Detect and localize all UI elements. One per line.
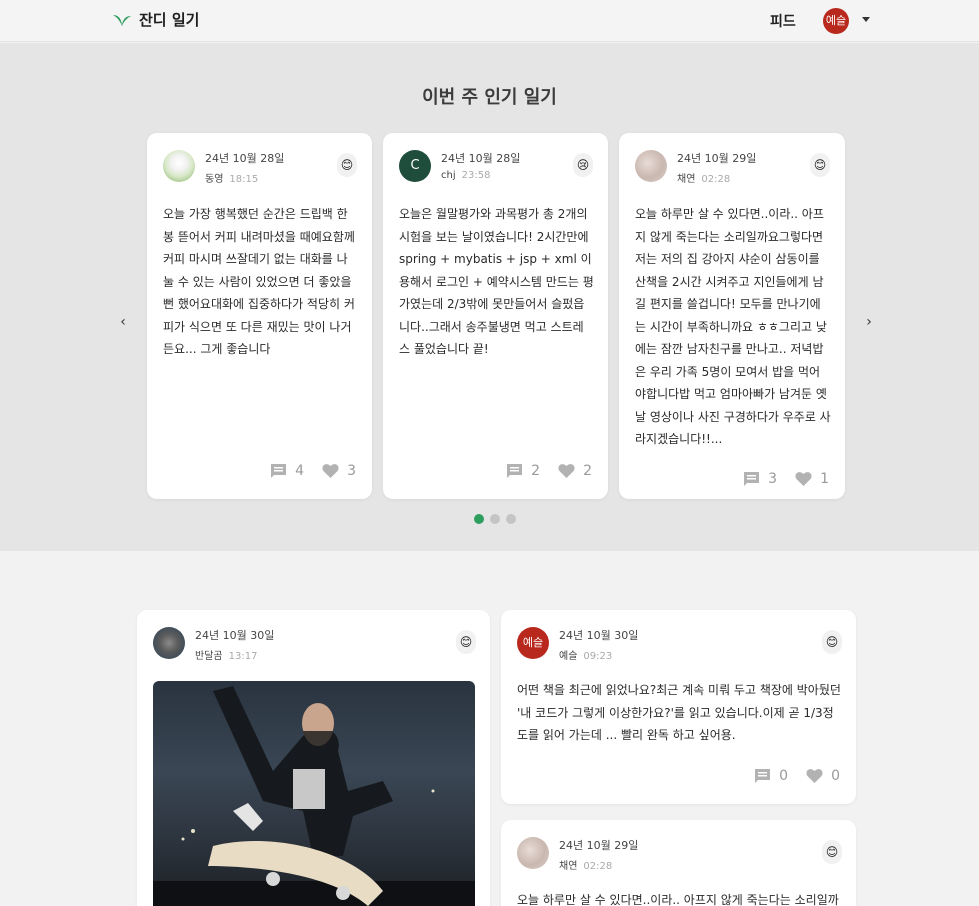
comment-stat[interactable]: 3: [743, 471, 777, 487]
comment-stat[interactable]: 2: [506, 463, 540, 479]
post-time: 13:17: [228, 651, 258, 662]
popular-diaries-section: 이번 주 인기 일기 ‹ › 24년 10월 28일 동영 18:15 😊 오늘 …: [0, 43, 979, 551]
nav-feed-link[interactable]: 피드: [770, 11, 796, 31]
comment-icon: [755, 769, 771, 783]
author-line: 채연 02:28: [677, 170, 730, 185]
author-avatar: [153, 627, 185, 659]
card-stats: 4 3: [270, 463, 356, 479]
author-name: 동영: [205, 174, 224, 185]
comment-stat[interactable]: 0: [754, 768, 788, 784]
like-stat[interactable]: 3: [322, 463, 356, 479]
diary-date: 24년 10월 30일: [559, 629, 639, 642]
comment-icon: [271, 464, 287, 478]
post-time: 18:15: [229, 174, 259, 185]
mood-emoji-icon: 😊: [822, 840, 842, 864]
skateboarder-photo: [153, 686, 475, 906]
diary-card[interactable]: C 24년 10월 28일 chj 23:58 😢 오늘은 월말평가와 과목평가 …: [383, 133, 608, 499]
author-line: 동영 18:15: [205, 170, 258, 185]
leaf-logo-icon: [113, 14, 131, 26]
diary-text: 오늘 가장 행복했던 순간은 드립백 한 봉 뜯어서 커피 내려마셨을 때예요함…: [163, 207, 355, 356]
like-stat[interactable]: 2: [558, 463, 592, 479]
carousel-dot[interactable]: [474, 514, 484, 524]
like-count: 0: [831, 768, 840, 784]
diary-card[interactable]: 24년 10월 30일 반달곰 13:17 😊: [137, 610, 490, 906]
carousel-dot[interactable]: [490, 514, 500, 524]
comment-stat[interactable]: 4: [270, 463, 304, 479]
card-stats: 3 1: [743, 471, 829, 487]
author-name: 반달곰: [195, 651, 223, 662]
heart-icon: [795, 472, 812, 486]
logo[interactable]: 잔디 일기: [112, 9, 199, 30]
comment-icon: [744, 472, 760, 486]
diary-card[interactable]: 24년 10월 28일 동영 18:15 😊 오늘 가장 행복했던 순간은 드립백…: [147, 133, 372, 499]
logo-text: 잔디 일기: [139, 11, 200, 29]
like-count: 2: [583, 463, 592, 479]
chevron-down-icon[interactable]: [862, 17, 870, 22]
user-avatar[interactable]: 예슬: [823, 8, 849, 34]
carousel-dot[interactable]: [506, 514, 516, 524]
heart-icon: [806, 769, 823, 783]
like-count: 3: [347, 463, 356, 479]
diary-date: 24년 10월 28일: [441, 152, 521, 165]
author-avatar: [517, 837, 549, 869]
author-name: 예슬: [559, 651, 578, 662]
heart-icon: [322, 464, 339, 478]
carousel-prev-icon[interactable]: ‹: [113, 312, 133, 332]
card-stats: 2 2: [506, 463, 592, 479]
author-name: chj: [441, 170, 456, 181]
comment-count: 3: [768, 471, 778, 487]
author-name: 채연: [677, 174, 696, 185]
like-stat[interactable]: 1: [795, 471, 829, 487]
mood-emoji-icon: 😊: [810, 153, 830, 177]
diary-card[interactable]: 24년 10월 29일 채연 02:28 😊 오늘 하루만 살 수 있다면..이라…: [501, 820, 856, 906]
author-line: 반달곰 13:17: [195, 647, 257, 662]
author-line: 채연 02:28: [559, 857, 612, 872]
diary-date: 24년 10월 29일: [559, 839, 639, 852]
author-avatar: [635, 150, 667, 182]
author-line: chj 23:58: [441, 170, 490, 181]
diary-text: 오늘 하루만 살 수 있다면..이라.. 아프지 않게 죽는다는 소리일까: [517, 893, 839, 906]
comment-count: 2: [531, 463, 541, 479]
carousel-dots: [474, 514, 516, 524]
diary-card[interactable]: 24년 10월 29일 채연 02:28 😊 오늘 하루만 살 수 있다면..이라…: [619, 133, 845, 499]
mood-emoji-icon: 😊: [822, 630, 842, 654]
diary-date: 24년 10월 29일: [677, 152, 757, 165]
diary-text: 오늘 하루만 살 수 있다면..이라.. 아프지 않게 죽는다는 소리일까요그렇…: [635, 207, 831, 446]
author-name: 채연: [559, 861, 578, 872]
heart-icon: [558, 464, 575, 478]
post-time: 02:28: [701, 174, 731, 185]
post-time: 09:23: [583, 651, 613, 662]
comment-icon: [507, 464, 523, 478]
post-time: 23:58: [461, 170, 491, 181]
author-avatar: 예슬: [517, 627, 549, 659]
carousel-next-icon[interactable]: ›: [859, 312, 879, 332]
diary-text: 오늘은 월말평가와 과목평가 총 2개의 시험을 보는 날이였습니다! 2시간만…: [399, 207, 594, 356]
diary-photo[interactable]: [153, 681, 475, 906]
section-title: 이번 주 인기 일기: [422, 87, 557, 108]
mood-emoji-icon: 😢: [573, 153, 593, 177]
card-stats: 0 0: [754, 768, 840, 784]
author-avatar: [163, 150, 195, 182]
diary-date: 24년 10월 28일: [205, 152, 285, 165]
like-count: 1: [820, 471, 829, 487]
mood-emoji-icon: 😊: [456, 630, 476, 654]
like-stat[interactable]: 0: [806, 768, 840, 784]
comment-count: 4: [295, 463, 305, 479]
author-line: 예슬 09:23: [559, 647, 612, 662]
diary-card[interactable]: 예슬 24년 10월 30일 예슬 09:23 😊 어떤 책을 최근에 읽었나요?…: [501, 610, 856, 804]
mood-emoji-icon: 😊: [337, 153, 357, 177]
top-navbar: 잔디 일기 피드 예슬: [0, 0, 979, 42]
comment-count: 0: [779, 768, 789, 784]
diary-date: 24년 10월 30일: [195, 629, 275, 642]
diary-text: 어떤 책을 최근에 읽었나요?최근 계속 미뤄 두고 책장에 박아뒀던 '내 코…: [517, 683, 841, 742]
author-avatar: C: [399, 150, 431, 182]
post-time: 02:28: [583, 861, 613, 872]
